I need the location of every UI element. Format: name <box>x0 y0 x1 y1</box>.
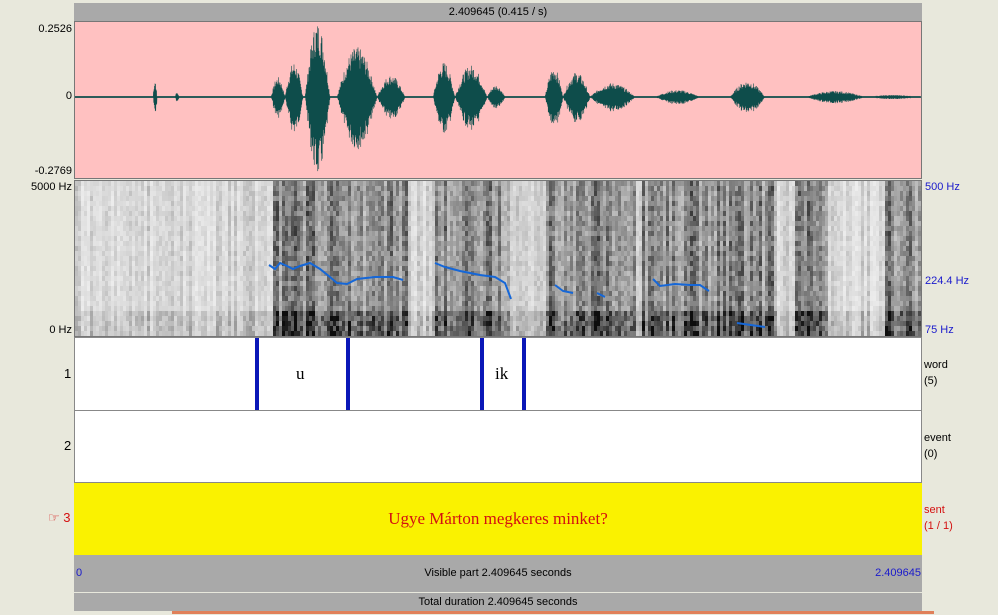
visible-part-bar[interactable]: 0 Visible part 2.409645 seconds 2.409645 <box>74 555 922 592</box>
tier-name: word <box>924 359 948 371</box>
tier-number: 1 <box>64 366 72 381</box>
visible-part-label: Visible part 2.409645 seconds <box>424 567 572 579</box>
spectrogram-panel[interactable] <box>74 180 922 337</box>
tier-event[interactable] <box>74 410 922 482</box>
interval-boundary[interactable] <box>480 338 484 410</box>
selection-time-bar[interactable]: 2.409645 (0.415 / s) <box>74 3 922 21</box>
pitch-top-label: 500 Hz <box>925 181 960 193</box>
waveform-trace <box>75 26 921 172</box>
tier-name: sent <box>924 504 945 516</box>
interval-boundary[interactable] <box>346 338 350 410</box>
interval-text[interactable]: u <box>296 364 305 384</box>
tier-number: 2 <box>64 438 72 453</box>
spectrogram-image <box>75 181 921 336</box>
tier-count: (0) <box>924 448 938 460</box>
visible-end: 2.409645 <box>875 567 921 579</box>
tier-count: (1 / 1) <box>924 520 953 532</box>
scroll-indicator[interactable] <box>172 611 934 614</box>
pitch-bottom-label: 75 Hz <box>925 324 954 336</box>
interval-text[interactable]: ik <box>495 364 508 384</box>
waveform-panel[interactable] <box>74 21 922 179</box>
tier-count: (5) <box>924 375 938 387</box>
tier-sent[interactable]: Ugye Márton megkeres minket? <box>74 482 922 555</box>
interval-boundary[interactable] <box>255 338 259 410</box>
spectrogram-bottom-freq: 0 Hz <box>49 324 72 336</box>
selection-time-label: 2.409645 (0.415 / s) <box>448 6 548 18</box>
total-duration-bar[interactable]: Total duration 2.409645 seconds <box>74 593 922 611</box>
interval-boundary[interactable] <box>522 338 526 410</box>
spectrogram-top-freq: 5000 Hz <box>31 181 72 193</box>
tier-word[interactable]: u ik <box>74 337 922 410</box>
visible-start: 0 <box>76 567 83 579</box>
interval-text[interactable]: Ugye Márton megkeres minket? <box>74 509 922 529</box>
tier-number-selected: ☞ 3 <box>48 510 71 525</box>
total-duration-label: Total duration 2.409645 seconds <box>418 596 578 608</box>
pitch-mid-label: 224.4 Hz <box>925 275 970 287</box>
waveform-min-label: -0.2769 <box>34 165 72 177</box>
waveform-max-label: 0.2526 <box>38 23 72 35</box>
waveform-zero-label: 0 <box>65 90 72 102</box>
tier-name: event <box>924 432 951 444</box>
